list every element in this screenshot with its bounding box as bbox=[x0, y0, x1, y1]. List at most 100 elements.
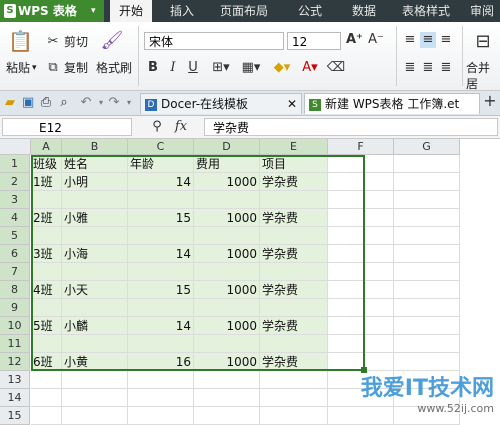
column-header-d[interactable]: D bbox=[194, 139, 260, 155]
menu-review[interactable]: 审阅 bbox=[464, 0, 500, 22]
redo-dropdown-icon[interactable]: ▾ bbox=[124, 95, 134, 111]
menu-data[interactable]: 数据 bbox=[344, 0, 384, 22]
row-header-4[interactable]: 4 bbox=[0, 209, 30, 227]
cell-b9[interactable] bbox=[62, 299, 128, 317]
copy-icon[interactable]: ⧉ bbox=[46, 60, 60, 76]
cell-c4[interactable]: 15 bbox=[128, 209, 194, 227]
cell-a1[interactable]: 班级 bbox=[31, 155, 62, 173]
borders-icon[interactable]: ⊞▾ bbox=[208, 60, 234, 76]
cell-c2[interactable]: 14 bbox=[128, 173, 194, 191]
menu-insert[interactable]: 插入 bbox=[160, 0, 204, 22]
cell-d5[interactable] bbox=[194, 227, 260, 245]
menu-page-layout[interactable]: 页面布局 bbox=[214, 0, 274, 22]
cell-f7[interactable] bbox=[328, 263, 394, 281]
cell-d7[interactable] bbox=[194, 263, 260, 281]
scissors-icon[interactable]: ✂ bbox=[46, 34, 60, 50]
cell-d13[interactable] bbox=[194, 371, 260, 389]
cell-a5[interactable] bbox=[31, 227, 62, 245]
cell-d10[interactable]: 1000 bbox=[194, 317, 260, 335]
redo-icon[interactable]: ↷ bbox=[108, 95, 120, 111]
zoom-search-icon[interactable]: ⚲ bbox=[150, 119, 164, 135]
row-header-3[interactable]: 3 bbox=[0, 191, 30, 209]
cell-c14[interactable] bbox=[128, 389, 194, 407]
cell-c11[interactable] bbox=[128, 335, 194, 353]
row-header-10[interactable]: 10 bbox=[0, 317, 30, 335]
cell-b8[interactable]: 小天 bbox=[62, 281, 128, 299]
cell-g8[interactable] bbox=[394, 281, 460, 299]
cell-d11[interactable] bbox=[194, 335, 260, 353]
cell-b7[interactable] bbox=[62, 263, 128, 281]
merge-cells-icon[interactable]: ⊟ bbox=[470, 30, 496, 54]
cell-b2[interactable]: 小明 bbox=[62, 173, 128, 191]
cell-a3[interactable] bbox=[31, 191, 62, 209]
row-header-5[interactable]: 5 bbox=[0, 227, 30, 245]
cell-g11[interactable] bbox=[394, 335, 460, 353]
cell-a8[interactable]: 4班 bbox=[31, 281, 62, 299]
cell-a7[interactable] bbox=[31, 263, 62, 281]
row-header-14[interactable]: 14 bbox=[0, 389, 30, 407]
cell-c6[interactable]: 14 bbox=[128, 245, 194, 263]
cell-a15[interactable] bbox=[31, 407, 62, 425]
column-header-a[interactable]: A bbox=[31, 139, 62, 155]
row-header-8[interactable]: 8 bbox=[0, 281, 30, 299]
row-header-2[interactable]: 2 bbox=[0, 173, 30, 191]
cell-c1[interactable]: 年龄 bbox=[128, 155, 194, 173]
cell-g6[interactable] bbox=[394, 245, 460, 263]
align-bottom-icon[interactable]: ≡ bbox=[438, 32, 454, 48]
cell-c8[interactable]: 15 bbox=[128, 281, 194, 299]
cell-e1[interactable]: 项目 bbox=[260, 155, 328, 173]
font-size-select[interactable]: 12 bbox=[287, 32, 341, 50]
cell-a13[interactable] bbox=[31, 371, 62, 389]
cell-d8[interactable]: 1000 bbox=[194, 281, 260, 299]
cell-b3[interactable] bbox=[62, 191, 128, 209]
row-header-12[interactable]: 12 bbox=[0, 353, 30, 371]
tab-workbook[interactable]: S 新建 WPS表格 工作簿.et bbox=[304, 93, 480, 114]
select-all-corner[interactable] bbox=[0, 139, 31, 155]
italic-button[interactable]: I bbox=[166, 60, 180, 76]
row-header-7[interactable]: 7 bbox=[0, 263, 30, 281]
cell-d3[interactable] bbox=[194, 191, 260, 209]
cell-g2[interactable] bbox=[394, 173, 460, 191]
row-header-1[interactable]: 1 bbox=[0, 155, 30, 173]
cell-g5[interactable] bbox=[394, 227, 460, 245]
cell-f5[interactable] bbox=[328, 227, 394, 245]
formula-input[interactable]: 学杂费 bbox=[204, 118, 498, 136]
cell-g3[interactable] bbox=[394, 191, 460, 209]
paste-dropdown-icon[interactable]: ▾ bbox=[32, 60, 37, 76]
open-folder-icon[interactable]: ▰ bbox=[4, 95, 16, 111]
save-icon[interactable]: ▣ bbox=[22, 95, 34, 111]
insert-function-button[interactable]: fx bbox=[172, 119, 190, 135]
underline-button[interactable]: U bbox=[186, 60, 200, 76]
align-middle-icon[interactable]: ≡ bbox=[420, 32, 436, 48]
column-header-c[interactable]: C bbox=[128, 139, 194, 155]
cell-a9[interactable] bbox=[31, 299, 62, 317]
cell-e15[interactable] bbox=[260, 407, 328, 425]
row-header-15[interactable]: 15 bbox=[0, 407, 30, 425]
cell-f4[interactable] bbox=[328, 209, 394, 227]
new-tab-icon[interactable]: + bbox=[482, 93, 498, 109]
menu-home[interactable]: 开始 bbox=[110, 0, 152, 22]
cell-g9[interactable] bbox=[394, 299, 460, 317]
cell-d4[interactable]: 1000 bbox=[194, 209, 260, 227]
align-left-icon[interactable]: ≣ bbox=[402, 60, 418, 76]
copy-button[interactable]: 复制 bbox=[64, 60, 88, 76]
font-family-select[interactable]: 宋体 bbox=[144, 32, 284, 50]
cell-f2[interactable] bbox=[328, 173, 394, 191]
cell-d14[interactable] bbox=[194, 389, 260, 407]
name-box[interactable]: E12 bbox=[2, 118, 132, 136]
cell-e8[interactable]: 学杂费 bbox=[260, 281, 328, 299]
menu-formulas[interactable]: 公式 bbox=[290, 0, 330, 22]
cell-format-icon[interactable]: ▦▾ bbox=[238, 60, 264, 76]
cell-a2[interactable]: 1班 bbox=[31, 173, 62, 191]
fill-color-icon[interactable]: ◆▾ bbox=[268, 60, 296, 76]
cell-e6[interactable]: 学杂费 bbox=[260, 245, 328, 263]
column-header-g[interactable]: G bbox=[394, 139, 460, 155]
print-icon[interactable]: ⎙ bbox=[40, 95, 52, 111]
cell-g4[interactable] bbox=[394, 209, 460, 227]
close-icon[interactable]: ✕ bbox=[287, 94, 297, 114]
cell-f1[interactable] bbox=[328, 155, 394, 173]
cell-f11[interactable] bbox=[328, 335, 394, 353]
cell-e2[interactable]: 学杂费 bbox=[260, 173, 328, 191]
cell-b13[interactable] bbox=[62, 371, 128, 389]
row-header-13[interactable]: 13 bbox=[0, 371, 30, 389]
